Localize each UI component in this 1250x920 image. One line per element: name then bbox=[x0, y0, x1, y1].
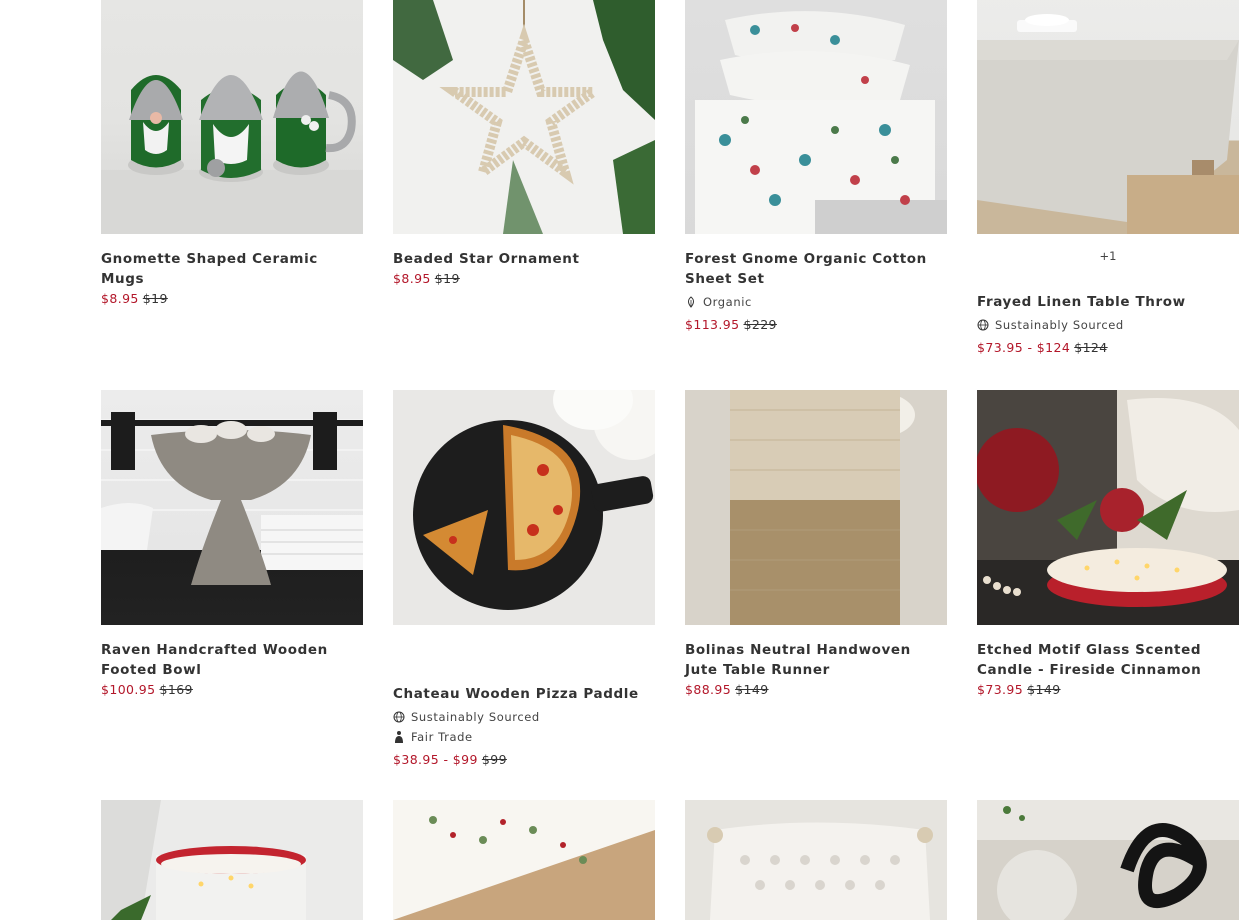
original-price: $19 bbox=[142, 291, 168, 306]
product-card[interactable]: Beaded Star Ornament $8.95 $19 bbox=[393, 0, 655, 390]
product-title[interactable]: Bolinas Neutral Handwoven Jute Table Run… bbox=[685, 640, 947, 680]
globe-icon bbox=[393, 711, 405, 723]
original-price: $169 bbox=[159, 682, 193, 697]
original-price: $99 bbox=[481, 752, 507, 767]
product-price: $88.95 $149 bbox=[685, 682, 947, 697]
sale-price: $113.95 bbox=[685, 317, 740, 332]
original-price: $124 bbox=[1074, 340, 1108, 355]
product-card[interactable]: Gnomette Shaped Ceramic Mugs $8.95 $19 bbox=[101, 0, 363, 390]
gnome-mugs-image[interactable] bbox=[101, 0, 363, 234]
fair-trade-icon bbox=[395, 731, 403, 743]
original-price: $229 bbox=[743, 317, 777, 332]
organic-leaf-icon bbox=[688, 296, 694, 308]
product-card[interactable]: +1 Frayed Linen Table Throw Sustainably … bbox=[977, 0, 1239, 390]
product-price: $100.95 $169 bbox=[101, 682, 363, 697]
original-price: $19 bbox=[434, 271, 460, 286]
attribute-label: Organic bbox=[703, 295, 752, 309]
attribute-organic: Organic bbox=[685, 295, 947, 309]
star-ornament-image[interactable] bbox=[393, 0, 655, 234]
candle-jar-image[interactable] bbox=[101, 800, 363, 920]
product-card[interactable]: Forest Gnome Organic Cotton Sheet Set Or… bbox=[685, 0, 947, 390]
product-price: $8.95 $19 bbox=[393, 271, 655, 286]
product-title[interactable]: Gnomette Shaped Ceramic Mugs bbox=[101, 249, 363, 289]
sale-price: $8.95 bbox=[393, 271, 431, 286]
scented-candle-image[interactable] bbox=[977, 390, 1239, 625]
product-price: $73.95 - $124 $124 bbox=[977, 340, 1239, 355]
pizza-paddle-image[interactable] bbox=[393, 390, 655, 625]
product-price: $73.95 $149 bbox=[977, 682, 1239, 697]
product-card[interactable] bbox=[101, 800, 363, 920]
jute-runner-image[interactable] bbox=[685, 390, 947, 625]
product-card[interactable]: Bolinas Neutral Handwoven Jute Table Run… bbox=[685, 390, 947, 800]
product-card[interactable]: Etched Motif Glass Scented Candle - Fire… bbox=[977, 390, 1239, 800]
original-price: $149 bbox=[1027, 682, 1061, 697]
sale-price: $100.95 bbox=[101, 682, 156, 697]
product-title[interactable]: Raven Handcrafted Wooden Footed Bowl bbox=[101, 640, 363, 680]
attribute-label: Sustainably Sourced bbox=[995, 318, 1124, 332]
globe-icon bbox=[977, 319, 989, 331]
product-price: $113.95 $229 bbox=[685, 317, 947, 332]
table-throw-image[interactable] bbox=[977, 0, 1239, 234]
botanical-runner-image[interactable] bbox=[393, 800, 655, 920]
attribute-label: Fair Trade bbox=[411, 730, 473, 744]
product-card[interactable]: Chateau Wooden Pizza Paddle Sustainably … bbox=[393, 390, 655, 800]
product-grid: Gnomette Shaped Ceramic Mugs $8.95 $19 Be… bbox=[101, 0, 1239, 920]
sale-price: $8.95 bbox=[101, 291, 139, 306]
product-title[interactable]: Frayed Linen Table Throw bbox=[977, 292, 1239, 312]
sale-price: $88.95 bbox=[685, 682, 732, 697]
product-price: $8.95 $19 bbox=[101, 291, 363, 306]
swatch-more-count[interactable]: +1 bbox=[977, 249, 1239, 263]
product-card[interactable]: Raven Handcrafted Wooden Footed Bowl $10… bbox=[101, 390, 363, 800]
attribute-fair-trade: Fair Trade bbox=[393, 730, 655, 744]
product-card[interactable] bbox=[393, 800, 655, 920]
product-card[interactable] bbox=[977, 800, 1239, 920]
attribute-label: Sustainably Sourced bbox=[411, 710, 540, 724]
product-title[interactable]: Chateau Wooden Pizza Paddle bbox=[393, 684, 655, 704]
knit-pillow-image[interactable] bbox=[685, 800, 947, 920]
sheet-set-image[interactable] bbox=[685, 0, 947, 234]
sale-price: $73.95 bbox=[977, 682, 1024, 697]
original-price: $149 bbox=[735, 682, 769, 697]
product-title[interactable]: Etched Motif Glass Scented Candle - Fire… bbox=[977, 640, 1239, 680]
attribute-sustainable: Sustainably Sourced bbox=[393, 710, 655, 724]
sale-price: $73.95 - $124 bbox=[977, 340, 1071, 355]
product-title[interactable]: Forest Gnome Organic Cotton Sheet Set bbox=[685, 249, 947, 289]
product-card[interactable] bbox=[685, 800, 947, 920]
attribute-sustainable: Sustainably Sourced bbox=[977, 318, 1239, 332]
product-title[interactable]: Beaded Star Ornament bbox=[393, 249, 655, 269]
knot-sculpture-image[interactable] bbox=[977, 800, 1239, 920]
sale-price: $38.95 - $99 bbox=[393, 752, 478, 767]
footed-bowl-image[interactable] bbox=[101, 390, 363, 625]
product-price: $38.95 - $99 $99 bbox=[393, 752, 655, 767]
